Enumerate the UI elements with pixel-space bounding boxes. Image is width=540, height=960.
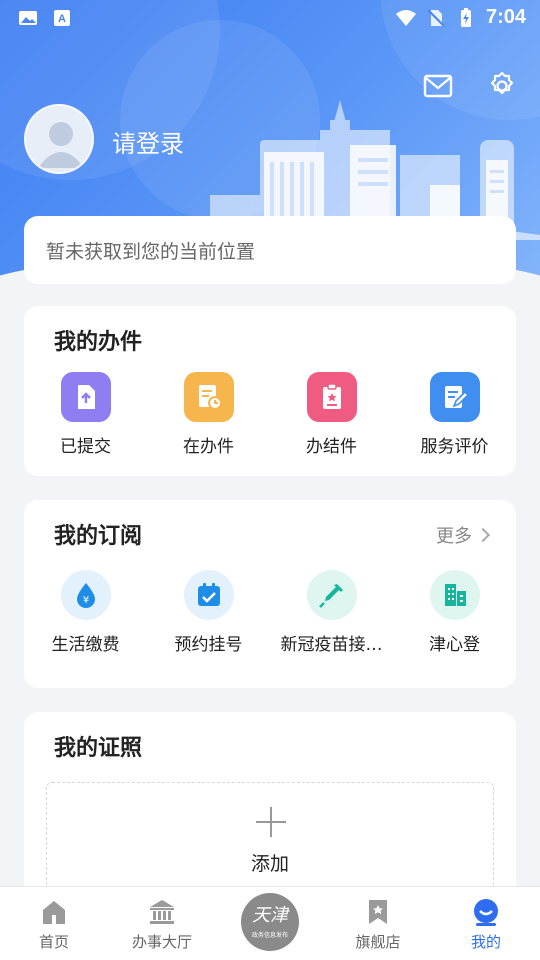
tab-flagship-store[interactable]: 旗舰店 bbox=[324, 887, 432, 960]
battery-charging-icon bbox=[460, 7, 471, 27]
clipboard-star-icon bbox=[306, 372, 357, 422]
location-text: 暂未获取到您的当前位置 bbox=[46, 240, 256, 263]
gear-icon[interactable] bbox=[486, 70, 518, 102]
svg-text:A: A bbox=[58, 13, 66, 25]
subscription-item-appointment[interactable]: 预约挂号 bbox=[147, 570, 270, 655]
case-item-submitted[interactable]: 已提交 bbox=[24, 372, 147, 457]
subscription-item-vaccine[interactable]: 新冠疫苗接… bbox=[270, 570, 393, 655]
section-title: 我的证照 bbox=[54, 736, 143, 761]
bank-hall-icon bbox=[150, 900, 174, 924]
case-item-completed[interactable]: 办结件 bbox=[270, 372, 393, 457]
no-sim-icon bbox=[427, 8, 445, 27]
section-title: 我的办件 bbox=[54, 330, 143, 355]
calendar-check-icon bbox=[183, 570, 234, 620]
tab-home[interactable]: 首页 bbox=[0, 887, 108, 960]
tab-mine[interactable]: 我的 bbox=[432, 887, 540, 960]
bottom-tab-bar: 首页 办事大厅 天津 政务信息发布 旗舰店 我的 bbox=[0, 886, 540, 960]
location-card[interactable]: 暂未获取到您的当前位置 bbox=[24, 216, 516, 284]
text-notification-icon: A bbox=[54, 10, 70, 26]
building-icon bbox=[429, 570, 480, 620]
my-cases-card: 我的办件 已提交 在办件 办结件 服务评价 bbox=[24, 306, 516, 476]
home-icon bbox=[43, 901, 65, 924]
plus-icon bbox=[256, 807, 286, 837]
section-title: 我的订阅 bbox=[54, 524, 143, 549]
tianjin-logo: 天津 政务信息发布 bbox=[241, 893, 299, 951]
subscription-item-utilities[interactable]: ¥ 生活缴费 bbox=[24, 570, 147, 655]
chevron-right-icon bbox=[475, 527, 491, 543]
login-link[interactable]: 请登录 bbox=[112, 124, 184, 159]
edit-note-icon bbox=[429, 372, 480, 422]
tab-tianjin-logo[interactable]: 天津 政务信息发布 bbox=[216, 887, 324, 960]
upload-file-icon bbox=[60, 372, 111, 422]
document-clock-icon bbox=[183, 372, 234, 422]
syringe-icon bbox=[306, 570, 357, 620]
image-notification-icon bbox=[19, 11, 37, 25]
envelope-icon[interactable] bbox=[422, 70, 454, 102]
clock: 7:04 bbox=[485, 6, 526, 28]
subscription-item-jinxindeng[interactable]: 津心登 bbox=[393, 570, 516, 655]
tab-service-hall[interactable]: 办事大厅 bbox=[108, 887, 216, 960]
avatar[interactable] bbox=[24, 104, 94, 174]
status-bar: A 7:04 bbox=[0, 0, 540, 36]
my-subscriptions-card: 我的订阅 更多 ¥ 生活缴费 预约挂号 新冠疫苗接… 津心登 bbox=[24, 500, 516, 688]
smile-user-icon bbox=[474, 899, 498, 926]
wifi-icon bbox=[395, 9, 416, 26]
case-item-in-progress[interactable]: 在办件 bbox=[147, 372, 270, 457]
more-link[interactable]: 更多 bbox=[436, 522, 491, 548]
case-item-service-rating[interactable]: 服务评价 bbox=[393, 372, 516, 457]
svg-text:¥: ¥ bbox=[82, 595, 88, 606]
water-drop-yuan-icon: ¥ bbox=[60, 570, 111, 620]
bookmark-star-icon bbox=[369, 900, 387, 924]
